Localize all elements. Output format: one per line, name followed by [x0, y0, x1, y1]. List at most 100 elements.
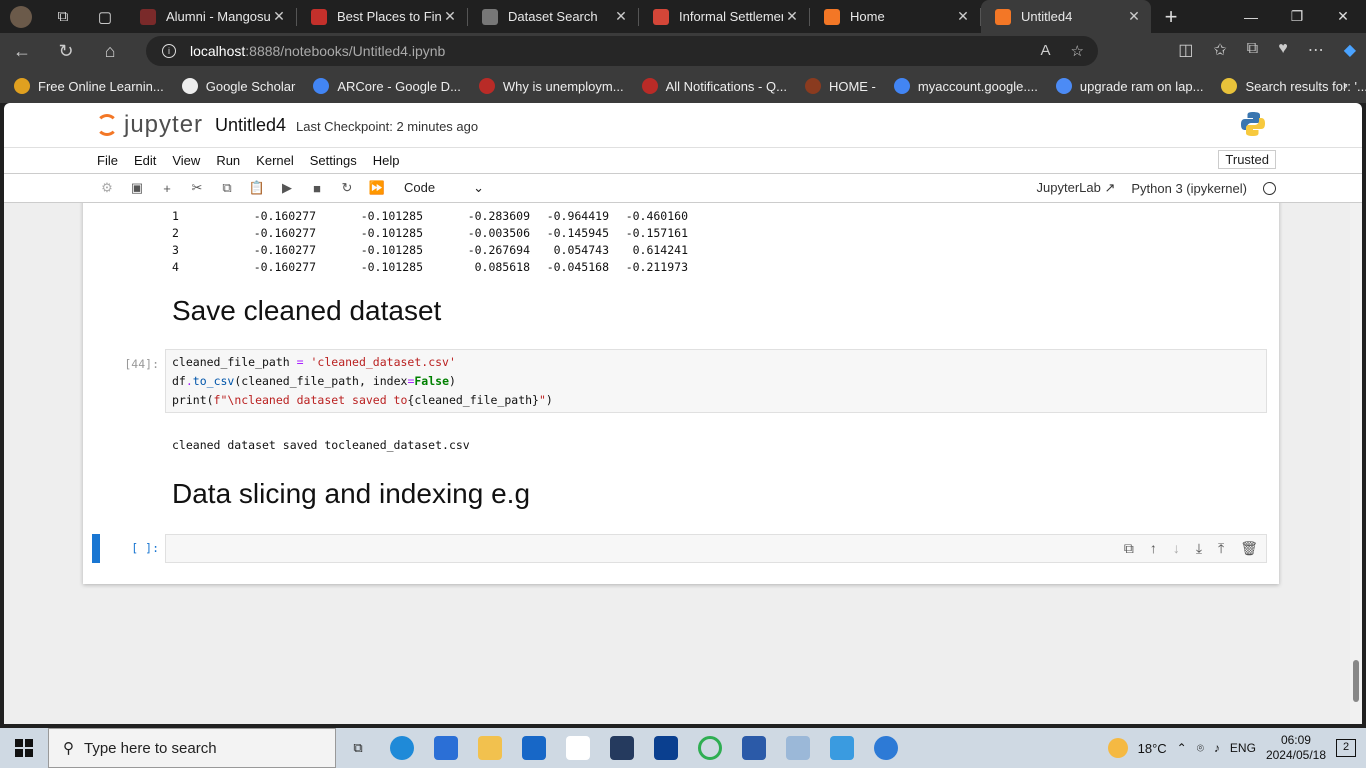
trusted-badge[interactable]: Trusted: [1218, 150, 1276, 169]
new-tab-button[interactable]: +: [1151, 4, 1191, 30]
close-tab-icon[interactable]: ✕: [441, 8, 459, 25]
empty-code-cell[interactable]: ⧉ ↑ ↓ ⤓ ⤒ 🗑: [165, 534, 1267, 563]
taskbar-search[interactable]: ⚲ Type here to search: [48, 728, 336, 768]
bookmark-item[interactable]: All Notifications - Q...: [641, 78, 787, 94]
refresh-button[interactable]: ↻: [44, 41, 88, 62]
browser-tab[interactable]: Untitled4 ✕: [981, 0, 1151, 33]
menu-settings[interactable]: Settings: [310, 153, 357, 168]
volume-icon[interactable]: ♪: [1214, 741, 1220, 755]
menu-kernel[interactable]: Kernel: [256, 153, 294, 168]
start-button[interactable]: [0, 728, 48, 768]
delete-cell-icon[interactable]: 🗑: [1240, 540, 1258, 557]
close-tab-icon[interactable]: ✕: [783, 8, 801, 25]
browser-tab[interactable]: Best Places to Find ✕: [297, 0, 467, 33]
bookmark-item[interactable]: HOME -: [804, 78, 876, 94]
cell-type-select[interactable]: Code ⌄: [404, 180, 484, 196]
bookmarks-more-chevron-icon[interactable]: ›: [1343, 77, 1348, 95]
browser-tab[interactable]: Dataset Search ✕: [468, 0, 638, 33]
photos-app[interactable]: [776, 728, 820, 768]
help-app[interactable]: [864, 728, 908, 768]
scrollbar-thumb[interactable]: [1353, 660, 1359, 702]
code-cell-44[interactable]: cleaned_file_path = 'cleaned_dataset.csv…: [165, 349, 1267, 413]
tab-actions-icon[interactable]: ▢: [84, 0, 126, 33]
workspaces-icon[interactable]: ⧉: [42, 0, 84, 33]
copy-icon[interactable]: ⧉: [212, 180, 242, 196]
notebook-title[interactable]: Untitled4: [215, 115, 286, 136]
performance-icon[interactable]: ♥: [1278, 40, 1288, 60]
restart-icon[interactable]: ↻: [332, 180, 362, 196]
site-info-icon[interactable]: i: [162, 44, 176, 58]
clock[interactable]: 06:09 2024/05/18: [1266, 733, 1326, 763]
kernel-name[interactable]: Python 3 (ipykernel): [1131, 181, 1247, 196]
cut-icon[interactable]: ✂: [182, 180, 212, 196]
store-app[interactable]: [424, 728, 468, 768]
dropbox-app[interactable]: [644, 728, 688, 768]
amazon-app[interactable]: [556, 728, 600, 768]
tray-chevron-icon[interactable]: ⌃: [1177, 741, 1187, 755]
insert-cell-icon[interactable]: +: [152, 181, 182, 196]
more-menu-icon[interactable]: ⋯: [1308, 40, 1324, 60]
bookmark-item[interactable]: Free Online Learnin...: [14, 78, 164, 94]
run-all-icon[interactable]: ⏩: [362, 180, 392, 196]
close-window-button[interactable]: ✕: [1320, 0, 1366, 33]
close-tab-icon[interactable]: ✕: [612, 8, 630, 25]
insert-above-icon[interactable]: ⤒: [1218, 540, 1224, 557]
minimize-button[interactable]: —: [1228, 0, 1274, 33]
language-indicator[interactable]: ENG: [1230, 741, 1256, 755]
word-app[interactable]: [732, 728, 776, 768]
close-tab-icon[interactable]: ✕: [270, 8, 288, 25]
close-tab-icon[interactable]: ✕: [954, 8, 972, 25]
url-field[interactable]: i localhost:8888/notebooks/Untitled4.ipy…: [146, 36, 1098, 66]
profile-avatar[interactable]: [0, 0, 42, 33]
python-logo-icon: [1241, 112, 1265, 136]
run-icon[interactable]: ▶: [272, 180, 302, 196]
file-explorer-app[interactable]: [468, 728, 512, 768]
paste-icon[interactable]: 📋: [242, 180, 272, 196]
bookmark-item[interactable]: Google Scholar: [181, 78, 295, 94]
jupyterlab-link[interactable]: JupyterLab ↗: [1037, 180, 1116, 196]
menu-run[interactable]: Run: [216, 153, 240, 168]
home-button[interactable]: ⌂: [88, 41, 132, 62]
duplicate-cell-icon[interactable]: ⧉: [1124, 540, 1134, 557]
browser-tab[interactable]: Home ✕: [810, 0, 980, 33]
close-tab-icon[interactable]: ✕: [1125, 8, 1143, 25]
weather-temp[interactable]: 18°C: [1138, 741, 1167, 756]
mail-app[interactable]: [512, 728, 556, 768]
save-icon[interactable]: ▣: [122, 180, 152, 196]
settings-gear-icon[interactable]: ⚙: [92, 180, 122, 196]
stop-icon[interactable]: ■: [302, 181, 332, 196]
onedrive-app[interactable]: [820, 728, 864, 768]
notebook-scrollbar[interactable]: [1350, 203, 1362, 724]
green-app[interactable]: [688, 728, 732, 768]
powershell-app[interactable]: [600, 728, 644, 768]
insert-below-icon[interactable]: ⤓: [1196, 540, 1202, 557]
browser-tab[interactable]: Alumni - Mangosut ✕: [126, 0, 296, 33]
dataframe-cell: -0.101285: [360, 209, 423, 223]
task-view-icon[interactable]: ⧉: [336, 728, 380, 768]
restore-button[interactable]: ❐: [1274, 0, 1320, 33]
bookmark-item[interactable]: Why is unemploym...: [478, 78, 624, 94]
favorites-icon[interactable]: ✩: [1213, 40, 1226, 60]
jupyter-logo[interactable]: jupyter: [96, 111, 203, 139]
copilot-icon[interactable]: ◆: [1344, 40, 1356, 60]
notifications-icon[interactable]: 2: [1336, 739, 1356, 757]
move-down-icon[interactable]: ↓: [1173, 540, 1180, 557]
last-checkpoint: Last Checkpoint: 2 minutes ago: [296, 119, 479, 134]
menu-edit[interactable]: Edit: [134, 153, 156, 168]
weather-icon[interactable]: [1107, 738, 1128, 758]
edge-app[interactable]: [380, 728, 424, 768]
split-screen-icon[interactable]: ◫: [1178, 40, 1193, 60]
network-icon[interactable]: ⌾: [1197, 741, 1204, 756]
browser-tab[interactable]: Informal Settlement ✕: [639, 0, 809, 33]
menu-file[interactable]: File: [97, 153, 118, 168]
bookmark-item[interactable]: myaccount.google....: [893, 78, 1038, 94]
favorite-star-icon[interactable]: ☆: [1071, 42, 1084, 60]
bookmark-item[interactable]: ARCore - Google D...: [313, 78, 461, 94]
menu-help[interactable]: Help: [373, 153, 400, 168]
menu-view[interactable]: View: [172, 153, 200, 168]
back-button[interactable]: ←: [0, 41, 44, 62]
bookmark-item[interactable]: upgrade ram on lap...: [1055, 78, 1203, 94]
read-aloud-icon[interactable]: A: [1041, 42, 1051, 60]
move-up-icon[interactable]: ↑: [1150, 540, 1157, 557]
collections-icon[interactable]: ⧉: [1247, 40, 1258, 60]
